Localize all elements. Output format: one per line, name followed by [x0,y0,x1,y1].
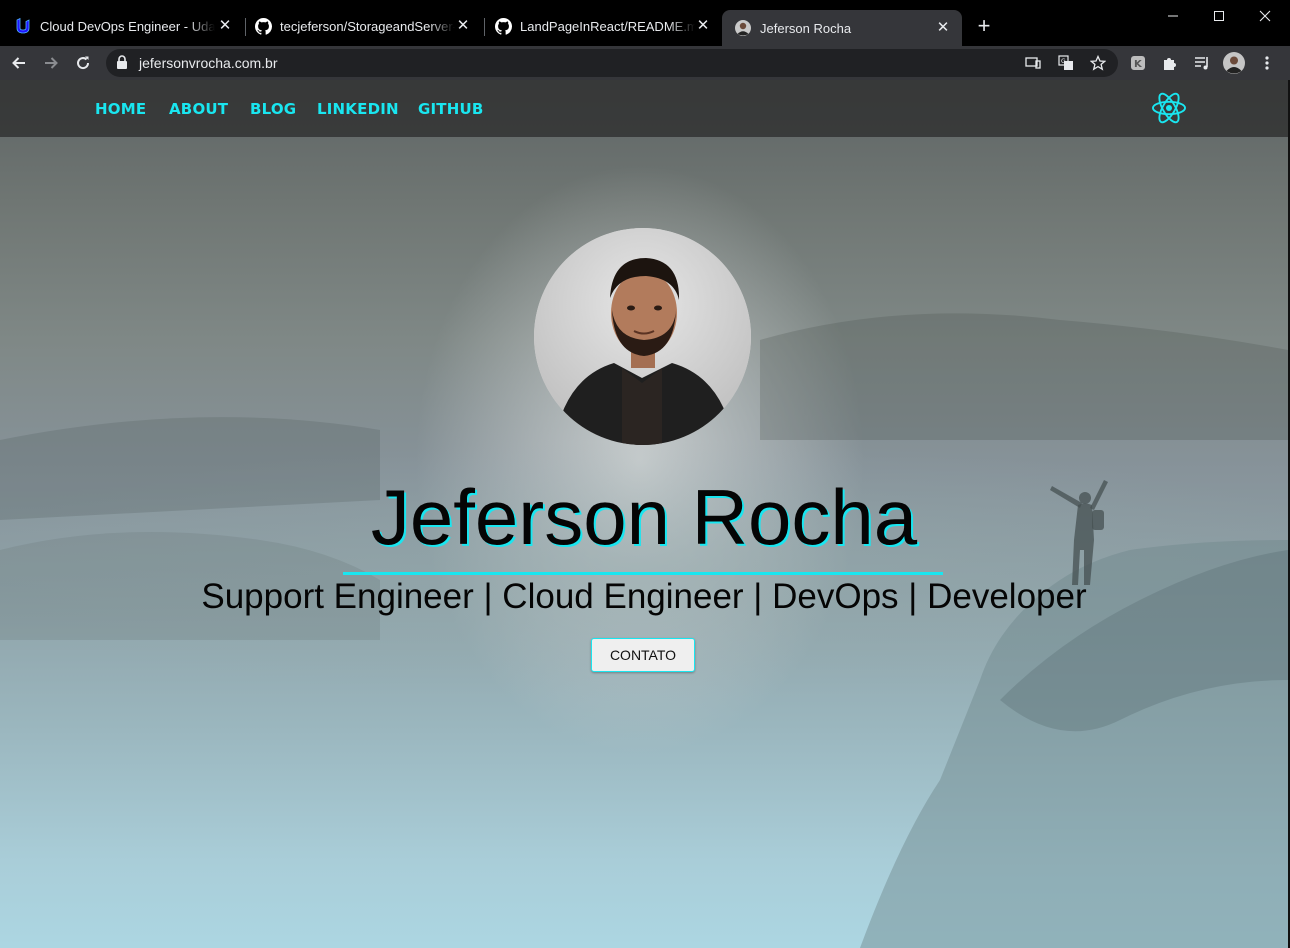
close-icon[interactable]: ✕ [454,17,472,35]
nav-home-link[interactable]: HOME [95,100,146,118]
page-viewport: HOME ABOUT BLOG LINKEDIN GITHUB Jeferson… [0,80,1288,948]
profile-avatar[interactable] [1221,50,1247,76]
close-window-button[interactable] [1242,4,1288,28]
nav-github-link[interactable]: GITHUB [418,100,484,118]
back-button[interactable] [6,50,32,76]
tab-title: Jeferson Rocha [760,20,852,36]
close-icon[interactable]: ✕ [216,17,234,35]
tab-title: LandPageInReact/README.md at main [520,18,695,34]
extensions-puzzle-icon[interactable] [1157,50,1183,76]
tab-storage-repo[interactable]: tecjeferson/StorageandServer-Udacity ✕ [254,8,482,44]
reload-button[interactable] [70,50,96,76]
cast-icon[interactable] [1024,54,1042,72]
bookmark-star-icon[interactable] [1089,54,1107,72]
extension-icon[interactable]: K [1125,50,1151,76]
nav-linkedin-link[interactable]: LINKEDIN [317,100,399,118]
site-navbar: HOME ABOUT BLOG LINKEDIN GITHUB [0,80,1288,137]
contato-button[interactable]: CONTATO [591,638,695,672]
react-logo-icon[interactable] [1150,91,1188,125]
udacity-icon [14,17,32,35]
close-icon[interactable]: ✕ [694,17,712,35]
svg-text:G: G [1061,58,1066,65]
nav-about-link[interactable]: ABOUT [169,100,228,118]
lock-icon [116,55,128,75]
browser-toolbar: jefersonvrocha.com.br G K [0,46,1290,80]
tab-title: Cloud DevOps Engineer - Udacity [40,18,215,34]
tab-separator [484,18,485,36]
url-text: jefersonvrocha.com.br [139,55,278,71]
hero-subtitle: Support Engineer | Cloud Engineer | DevO… [201,577,1087,616]
address-bar[interactable]: jefersonvrocha.com.br G [106,49,1118,77]
forward-button[interactable] [38,50,64,76]
nav-blog-link[interactable]: BLOG [250,100,296,118]
avatar-icon [734,19,752,37]
hero-name-heading: Jeferson Rocha [370,473,918,561]
new-tab-button[interactable]: + [972,14,996,38]
minimize-button[interactable] [1150,4,1196,28]
tab-separator [245,18,246,36]
tab-readme[interactable]: LandPageInReact/README.md at main ✕ [494,8,722,44]
profile-photo [534,228,751,445]
maximize-button[interactable] [1196,4,1242,28]
svg-text:K: K [1134,59,1143,70]
github-icon [254,17,272,35]
tab-strip: Cloud DevOps Engineer - Udacity ✕ tecjef… [0,0,1290,46]
close-icon[interactable]: ✕ [934,19,952,37]
hero-divider [343,572,943,575]
tab-jeferson-rocha[interactable]: Jeferson Rocha ✕ [722,10,962,46]
media-control-icon[interactable] [1189,50,1215,76]
tab-udacity[interactable]: Cloud DevOps Engineer - Udacity ✕ [14,8,244,44]
menu-kebab-icon[interactable] [1254,50,1280,76]
github-icon [494,17,512,35]
translate-icon[interactable]: G [1057,54,1075,72]
tab-title: tecjeferson/StorageandServer-Udacity [280,18,455,34]
